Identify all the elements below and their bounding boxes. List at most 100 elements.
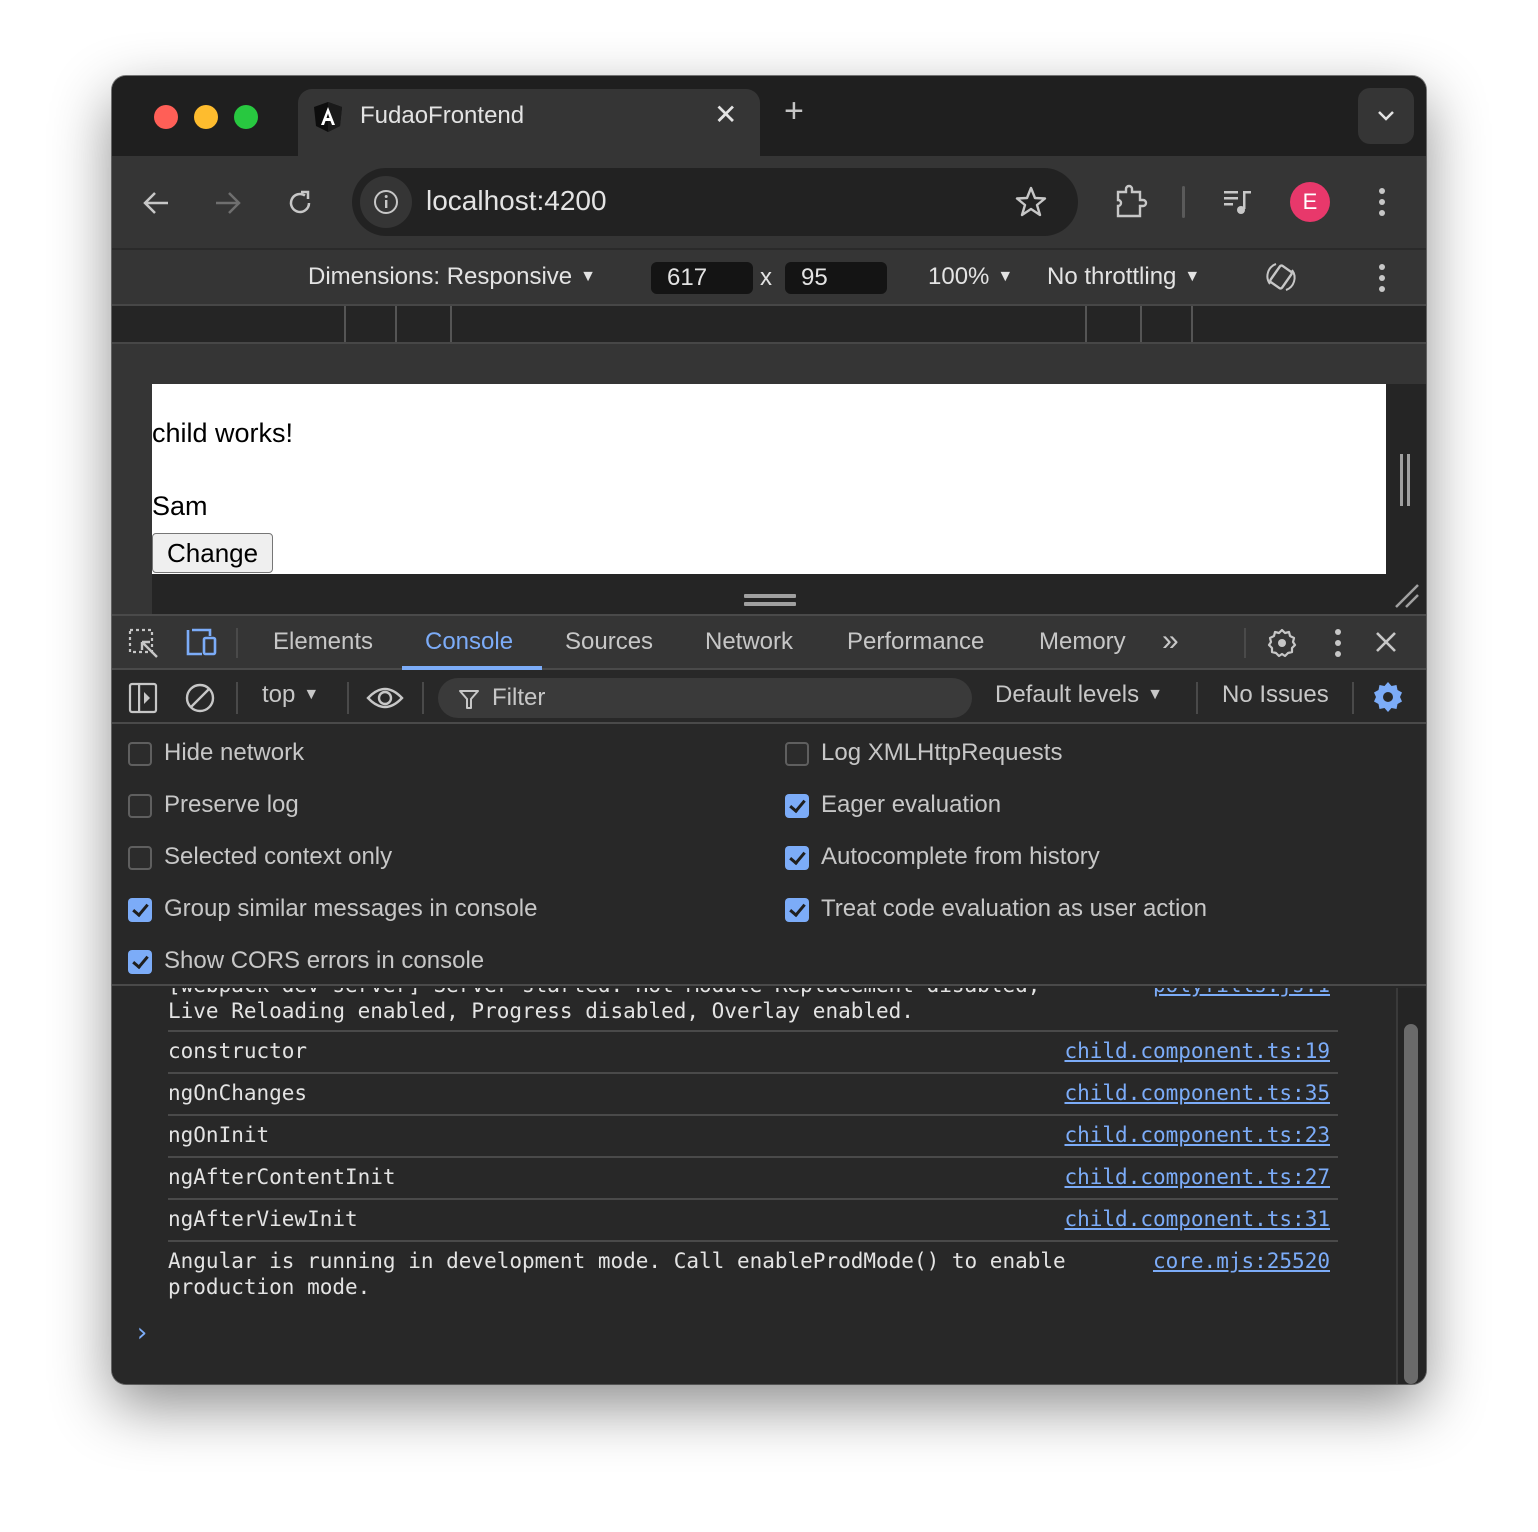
more-tabs-button[interactable]: » bbox=[1162, 624, 1179, 658]
profile-avatar[interactable]: E bbox=[1290, 182, 1330, 222]
width-input[interactable]: 617 bbox=[651, 262, 753, 294]
source-link[interactable]: child.component.ts:27 bbox=[1064, 1164, 1330, 1190]
tab-console[interactable]: Console bbox=[425, 628, 513, 656]
setting-label: Autocomplete from history bbox=[821, 843, 1100, 870]
tab-network[interactable]: Network bbox=[705, 628, 793, 656]
tab-title: FudaoFrontend bbox=[360, 102, 525, 129]
source-link[interactable]: core.mjs:25520 bbox=[1153, 1248, 1330, 1274]
checkbox-checked[interactable] bbox=[128, 898, 152, 922]
new-tab-button[interactable]: + bbox=[784, 94, 804, 128]
checkbox[interactable] bbox=[128, 794, 152, 818]
message-text: ngOnChanges bbox=[168, 1081, 308, 1105]
throttling-label: No throttling bbox=[1047, 263, 1177, 290]
toolbar-divider bbox=[236, 682, 238, 714]
live-expression-eye-icon[interactable] bbox=[366, 684, 404, 712]
source-link[interactable]: polyfills.js:1 bbox=[1153, 988, 1330, 998]
tab-strip: FudaoFrontend ✕ + bbox=[112, 76, 1426, 156]
ruler-tick bbox=[395, 306, 397, 342]
clear-console-icon[interactable] bbox=[184, 682, 216, 714]
page-content: child works! Sam Change bbox=[152, 384, 1386, 574]
tab-performance[interactable]: Performance bbox=[847, 628, 984, 656]
browser-menu-icon[interactable] bbox=[1374, 186, 1390, 218]
message-text: [webpack-dev-server] Server started: Hot… bbox=[168, 988, 1040, 1023]
devtools-menu-icon[interactable] bbox=[1330, 628, 1346, 658]
dropdown-caret-icon: ▼ bbox=[303, 686, 320, 703]
source-link[interactable]: child.component.ts:31 bbox=[1064, 1206, 1330, 1232]
url-text[interactable]: localhost:4200 bbox=[426, 185, 607, 217]
issues-button[interactable]: No Issues bbox=[1222, 681, 1329, 709]
zoom-dropdown[interactable]: 100% ▼ bbox=[928, 263, 1013, 291]
info-icon bbox=[374, 190, 398, 214]
settings-gear-icon[interactable] bbox=[1266, 627, 1298, 659]
close-window-button[interactable] bbox=[154, 105, 178, 129]
reload-icon[interactable] bbox=[286, 189, 314, 217]
corner-resize-icon[interactable] bbox=[1392, 581, 1420, 609]
console-toolbar: top ▼ Default levels ▼ No Issues bbox=[112, 672, 1426, 724]
source-link[interactable]: child.component.ts:35 bbox=[1064, 1080, 1330, 1106]
maximize-window-button[interactable] bbox=[234, 105, 258, 129]
extensions-puzzle-icon[interactable] bbox=[1114, 184, 1148, 220]
setting-label: Eager evaluation bbox=[821, 791, 1002, 818]
throttling-dropdown[interactable]: No throttling ▼ bbox=[1047, 263, 1200, 291]
tab-elements[interactable]: Elements bbox=[273, 628, 373, 656]
device-viewport: child works! Sam Change bbox=[112, 344, 1426, 614]
setting-label: Show CORS errors in console bbox=[164, 947, 485, 974]
ruler-tick bbox=[344, 306, 346, 342]
toolbar-divider bbox=[1182, 186, 1185, 218]
filter-field[interactable] bbox=[438, 678, 972, 718]
checkbox-checked[interactable] bbox=[785, 846, 809, 870]
checkbox-checked[interactable] bbox=[785, 898, 809, 922]
change-button[interactable]: Change bbox=[152, 533, 274, 573]
source-link[interactable]: child.component.ts:19 bbox=[1064, 1038, 1330, 1064]
browser-tab[interactable]: FudaoFrontend ✕ bbox=[298, 89, 760, 156]
sidebar-toggle-icon[interactable] bbox=[128, 682, 158, 714]
tab-memory[interactable]: Memory bbox=[1039, 628, 1126, 656]
filter-input[interactable] bbox=[492, 678, 952, 718]
dropdown-caret-icon: ▼ bbox=[580, 268, 596, 285]
name-text: Sam bbox=[152, 491, 208, 521]
close-devtools-icon[interactable] bbox=[1374, 630, 1398, 654]
log-levels-dropdown[interactable]: Default levels ▼ bbox=[995, 681, 1163, 709]
console-message: constructor child.component.ts:19 bbox=[168, 1030, 1338, 1072]
minimize-window-button[interactable] bbox=[194, 105, 218, 129]
resize-handle[interactable] bbox=[744, 594, 796, 606]
console-message: [webpack-dev-server] Server started: Hot… bbox=[168, 988, 1338, 1030]
media-queue-icon[interactable] bbox=[1222, 186, 1254, 218]
close-icon[interactable]: ✕ bbox=[714, 98, 737, 131]
checkbox-checked[interactable] bbox=[128, 950, 152, 974]
back-arrow-icon[interactable] bbox=[142, 190, 170, 216]
grip-icon bbox=[1400, 454, 1410, 506]
checkbox[interactable] bbox=[785, 742, 809, 766]
dropdown-caret-icon: ▼ bbox=[997, 268, 1014, 285]
setting-label: Treat code evaluation as user action bbox=[821, 895, 1208, 922]
device-toolbar-menu-icon[interactable] bbox=[1374, 262, 1390, 294]
console-prompt-icon[interactable]: › bbox=[134, 1318, 150, 1348]
site-info-button[interactable] bbox=[360, 176, 412, 228]
checkbox[interactable] bbox=[128, 742, 152, 766]
context-dropdown[interactable]: top ▼ bbox=[262, 681, 319, 709]
ruler-tick bbox=[1191, 306, 1193, 342]
dimensions-dropdown[interactable]: Dimensions: Responsive ▼ bbox=[308, 263, 596, 291]
tab-sources[interactable]: Sources bbox=[565, 628, 653, 656]
side-resize-handle[interactable] bbox=[1386, 384, 1426, 614]
bookmark-star-icon[interactable] bbox=[1014, 185, 1048, 219]
source-link[interactable]: child.component.ts:23 bbox=[1064, 1122, 1330, 1148]
browser-toolbar: localhost:4200 E bbox=[112, 156, 1426, 248]
address-bar[interactable]: localhost:4200 bbox=[352, 168, 1078, 236]
inspect-element-icon[interactable] bbox=[128, 628, 160, 660]
checkbox[interactable] bbox=[128, 846, 152, 870]
tab-divider bbox=[236, 628, 238, 658]
media-query-ruler[interactable] bbox=[112, 304, 1426, 344]
console-settings-gear-icon[interactable] bbox=[1372, 681, 1404, 713]
tab-search-button[interactable] bbox=[1358, 88, 1414, 144]
dropdown-caret-icon: ▼ bbox=[1147, 686, 1163, 703]
rotate-device-icon[interactable] bbox=[1262, 258, 1300, 296]
height-input[interactable]: 95 bbox=[785, 262, 887, 294]
device-toolbar: Dimensions: Responsive ▼ 617 x 95 100% ▼ N… bbox=[112, 248, 1426, 304]
checkbox-checked[interactable] bbox=[785, 794, 809, 818]
console-message: ngOnInit child.component.ts:23 bbox=[168, 1114, 1338, 1156]
console-scrollbar[interactable] bbox=[1404, 1024, 1418, 1384]
forward-arrow-icon[interactable] bbox=[214, 190, 242, 216]
log-levels-label: Default levels bbox=[995, 681, 1140, 708]
device-toggle-icon[interactable] bbox=[184, 628, 218, 658]
